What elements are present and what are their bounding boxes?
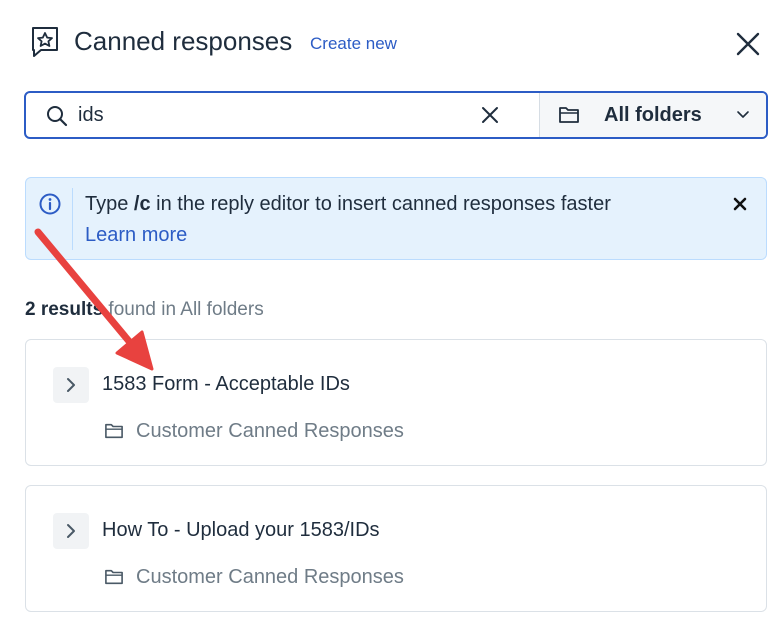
panel-header: Canned responses Create new bbox=[26, 22, 773, 66]
chevron-down-icon bbox=[737, 111, 749, 118]
page-title: Canned responses bbox=[74, 26, 293, 56]
expand-button[interactable] bbox=[53, 513, 89, 549]
info-banner: Type /c in the reply editor to insert ca… bbox=[25, 177, 767, 260]
result-item[interactable]: How To - Upload your 1583/IDs Customer C… bbox=[25, 485, 767, 612]
search-box: All folders bbox=[24, 91, 768, 139]
chevron-right-icon bbox=[67, 524, 75, 538]
result-folder: Customer Canned Responses bbox=[136, 566, 404, 588]
banner-divider bbox=[72, 188, 73, 250]
folder-icon bbox=[105, 569, 123, 585]
info-icon bbox=[39, 193, 61, 215]
folder-icon bbox=[105, 423, 123, 439]
create-new-link[interactable]: Create new bbox=[310, 34, 397, 54]
banner-shortcut: /c bbox=[133, 193, 151, 215]
close-icon[interactable] bbox=[734, 30, 762, 58]
clear-icon[interactable] bbox=[480, 105, 500, 125]
chevron-right-icon bbox=[67, 378, 75, 392]
star-bubble-icon bbox=[32, 27, 58, 57]
result-folder: Customer Canned Responses bbox=[136, 420, 404, 442]
folder-filter-label: All folders bbox=[604, 104, 702, 126]
folder-filter-dropdown[interactable]: All folders bbox=[540, 93, 766, 137]
banner-text: Type /c in the reply editor to insert ca… bbox=[85, 193, 611, 215]
close-icon[interactable] bbox=[732, 196, 748, 212]
search-icon bbox=[47, 106, 68, 127]
learn-more-link[interactable]: Learn more bbox=[85, 224, 187, 247]
folder-icon bbox=[559, 107, 579, 123]
results-count: 2 results found in All folders bbox=[25, 299, 264, 320]
result-title: 1583 Form - Acceptable IDs bbox=[102, 373, 350, 395]
search-input[interactable] bbox=[78, 100, 478, 130]
result-title: How To - Upload your 1583/IDs bbox=[102, 519, 380, 541]
result-item[interactable]: 1583 Form - Acceptable IDs Customer Cann… bbox=[25, 339, 767, 466]
expand-button[interactable] bbox=[53, 367, 89, 403]
